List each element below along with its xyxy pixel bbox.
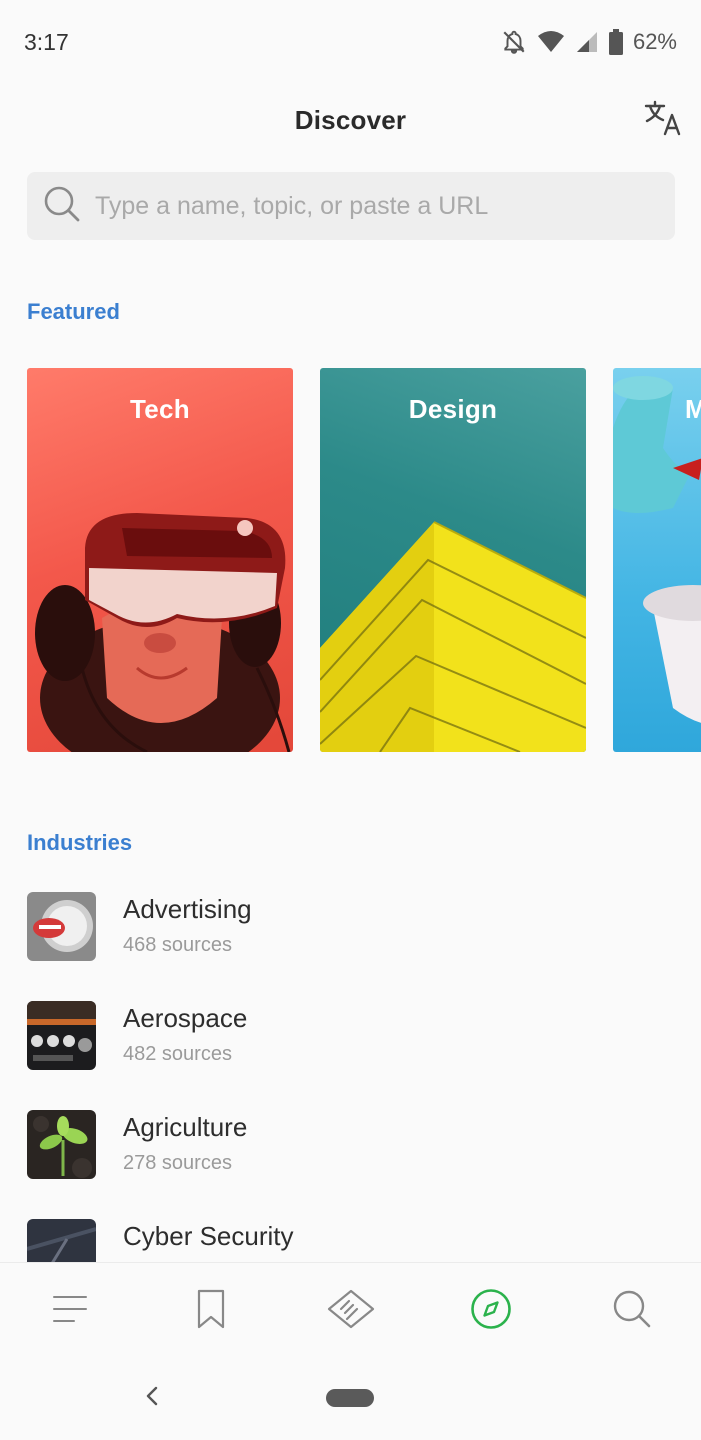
system-home-pill[interactable] (326, 1389, 374, 1407)
header: Discover (0, 84, 701, 156)
featured-card-tech[interactable]: Tech (27, 368, 293, 752)
status-bar: 3:17 62% (0, 0, 701, 84)
menu-icon (52, 1294, 88, 1329)
nav-search-button[interactable] (604, 1283, 660, 1339)
translate-icon (643, 98, 683, 143)
system-back-button[interactable] (138, 1384, 166, 1412)
battery-percent: 62% (632, 29, 677, 54)
industry-source-count: 482 sources (123, 1043, 232, 1065)
building-illustration (320, 521, 586, 752)
search-icon (43, 185, 95, 228)
nav-discover-button[interactable] (463, 1283, 519, 1339)
industry-name: Cyber Security (123, 1221, 294, 1251)
thumbnail-bottle-cap (27, 892, 96, 961)
industry-source-count: 278 sources (123, 1152, 232, 1174)
bottom-nav (0, 1262, 701, 1358)
featured-card-partial[interactable]: M (613, 368, 701, 752)
vr-headset-illustration (35, 513, 291, 752)
list-item-cyber-security[interactable]: Cyber Security (0, 1207, 701, 1262)
industries-section-title: Industries (27, 830, 133, 855)
featured-carousel[interactable]: Tech Design M (27, 368, 701, 752)
nav-menu-button[interactable] (42, 1283, 98, 1339)
nav-feedly-button[interactable] (323, 1283, 379, 1339)
chevron-left-icon (145, 1386, 159, 1411)
industry-source-count: 468 sources (123, 934, 232, 956)
list-item-agriculture[interactable]: Agriculture 278 sources (0, 1098, 701, 1207)
notifications-off-icon (501, 29, 527, 55)
featured-section-title: Featured (27, 299, 120, 324)
thumbnail-cyber-security (27, 1219, 96, 1262)
search-input[interactable] (95, 191, 655, 221)
feedly-icon (326, 1289, 376, 1334)
search-bar[interactable] (27, 172, 675, 240)
featured-card-label: Tech (130, 394, 190, 424)
industry-list[interactable]: Advertising 468 sources Aerospace 482 so… (0, 880, 701, 1262)
system-nav-bar (0, 1358, 701, 1440)
featured-card-label: Design (408, 394, 498, 424)
nav-saved-button[interactable] (183, 1283, 239, 1339)
industry-name: Aerospace (123, 1003, 248, 1033)
compass-icon (470, 1288, 512, 1335)
featured-card-label: M (685, 394, 701, 424)
bookmark-icon (196, 1289, 226, 1334)
thumbnail-seedling (27, 1110, 96, 1179)
battery-icon (608, 29, 623, 55)
page-title: Discover (294, 104, 407, 135)
translate-button[interactable] (641, 98, 685, 142)
search-icon (612, 1289, 652, 1334)
wifi-icon (537, 30, 565, 54)
featured-card-design[interactable]: Design (320, 368, 586, 752)
status-time: 3:17 (24, 28, 69, 55)
cell-signal-icon (575, 30, 599, 54)
list-item-aerospace[interactable]: Aerospace 482 sources (0, 989, 701, 1098)
industry-name: Agriculture (123, 1112, 248, 1142)
list-item-advertising[interactable]: Advertising 468 sources (0, 880, 701, 989)
thumbnail-cockpit (27, 1001, 96, 1070)
industry-name: Advertising (123, 894, 252, 924)
status-icons: 62% (501, 29, 677, 55)
teapot-illustration (613, 376, 701, 723)
